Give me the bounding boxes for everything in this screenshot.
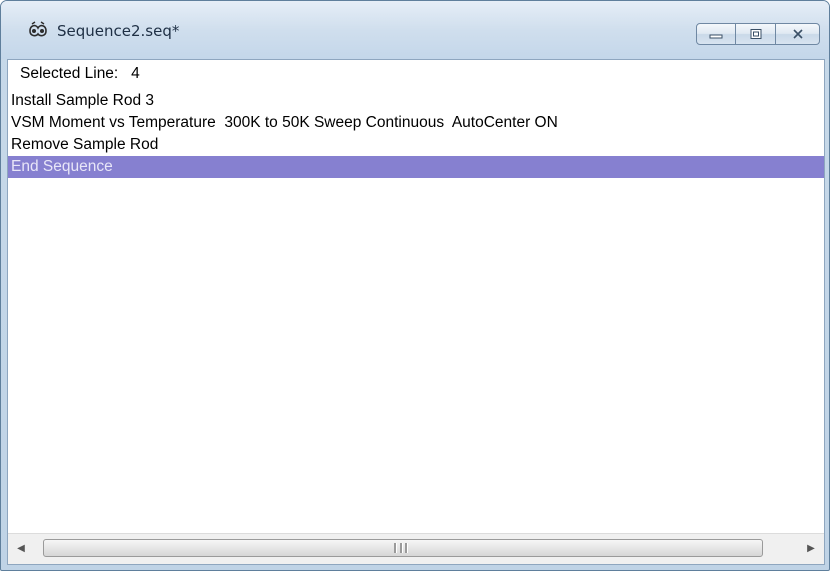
maximize-icon [750,29,761,39]
sequence-app-icon [29,21,47,37]
scrollbar-thumb[interactable] [43,539,763,557]
minimize-button[interactable] [696,23,736,45]
selected-line-label: Selected Line: [20,65,119,82]
maximize-button[interactable] [736,23,776,45]
sequence-step-remove-sample-rod[interactable]: Remove Sample Rod [8,134,824,156]
grip-icon [394,543,408,553]
close-icon [792,29,803,39]
title-bar[interactable]: Sequence2.seq* [1,1,829,59]
sequence-panel: Selected Line: 4 Install Sample Rod 3 VS… [7,59,825,565]
scroll-right-arrow-icon[interactable]: ▶ [804,542,818,556]
sequence-list: Install Sample Rod 3 VSM Moment vs Tempe… [8,90,824,178]
window-title: Sequence2.seq* [57,22,180,40]
window-controls [696,23,820,47]
minimize-icon [709,34,723,39]
sequence-step-end-sequence[interactable]: End Sequence [8,156,824,178]
selected-line-value: 4 [131,65,140,82]
sequence-step-install-sample-rod[interactable]: Install Sample Rod 3 [8,90,824,112]
sequence-editor-window: Sequence2.seq* Selected Line: 4 Install … [0,0,830,571]
sequence-step-vsm-moment-vs-temperature[interactable]: VSM Moment vs Temperature 300K to 50K Sw… [8,112,824,134]
close-button[interactable] [776,23,820,45]
selected-line-status: Selected Line: 4 [20,65,140,83]
scroll-left-arrow-icon[interactable]: ◀ [14,542,28,556]
horizontal-scrollbar[interactable]: ◀ ▶ [8,533,824,564]
